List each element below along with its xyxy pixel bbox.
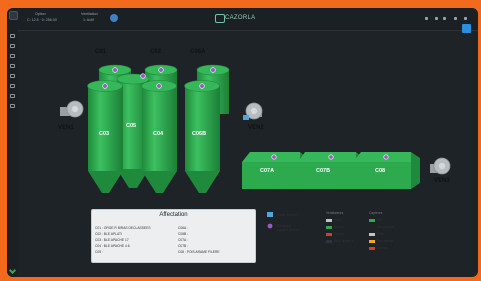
sensor-c07b[interactable] <box>328 154 334 160</box>
fan-ven3[interactable] <box>430 157 451 175</box>
label-c06a: C06A <box>190 49 206 55</box>
sensor-c01[interactable] <box>112 67 118 73</box>
legend-sensor-item: Déconnecté <box>377 225 395 229</box>
legend-fan-item: Défaut <box>334 232 344 236</box>
legend-sensor-item: Vide <box>377 232 384 236</box>
label-c06b: C06B <box>192 131 207 137</box>
legend-sensor-swatch <box>369 226 375 229</box>
label-c03: C03 <box>99 131 110 137</box>
legend-fan-item: Arrêt <box>334 218 342 222</box>
manual-mode-swatch <box>267 212 273 217</box>
affectation-row: C06B : <box>178 232 189 236</box>
sensor-c08[interactable] <box>383 154 389 160</box>
affectation-row: C01 : ORGE R BIRAS DECLASSEES <box>95 226 151 230</box>
sensor-c06b[interactable] <box>199 83 205 89</box>
affectation-row: C04 : BLE APACHE 4.6 <box>95 244 130 248</box>
legend-sensor-swatch <box>369 233 375 236</box>
legend-fan-swatch <box>326 226 332 229</box>
sensor-c07a[interactable] <box>271 154 277 160</box>
label-c02: C02 <box>150 49 162 55</box>
sensor-c02[interactable] <box>158 67 164 73</box>
legend-sensor-swatch <box>369 240 375 243</box>
label-ven3: VEN3 <box>434 178 450 184</box>
affectation-row: C06A : <box>178 226 188 230</box>
legend-sensor-item: Pré-alarme <box>377 239 394 243</box>
legend-fan-swatch <box>326 240 332 243</box>
legend-fan-item: Stop urgence <box>334 239 354 243</box>
legend-fans-title: Ventilateurs <box>326 211 344 215</box>
label-c08: C08 <box>375 168 386 174</box>
legend-sensor-swatch <box>369 247 375 250</box>
legend-sensor-default: Présence capteur défaut <box>277 224 299 232</box>
affectation-row: C08 : POIS ARAME FILERE <box>178 250 220 254</box>
manual-mode-marker <box>243 115 249 120</box>
legend-fan-item: Marche <box>334 225 345 229</box>
fan-ven2[interactable] <box>243 102 263 120</box>
legend-sensor-swatch <box>369 219 375 222</box>
legend-fan-swatch <box>326 219 332 222</box>
affectation-row: C07A : <box>178 238 188 242</box>
affectation-panel: Affectation C01 : ORGE R BIRAS DECLASSEE… <box>91 209 256 263</box>
label-c07b: C07B <box>316 168 331 174</box>
affectation-row: C02 : BLE APLATI <box>95 232 122 236</box>
sensor-c05[interactable] <box>140 73 146 79</box>
label-c05: C05 <box>126 123 137 129</box>
label-c01: C01 <box>95 49 107 55</box>
legend-sensors-title: Capteurs <box>369 211 383 215</box>
label-c04: C04 <box>153 131 164 137</box>
sensor-c06a[interactable] <box>210 67 216 73</box>
affectation-row: C03 : BLE APACHE 17 <box>95 238 129 242</box>
sensor-legend-swatch <box>267 223 273 229</box>
affectation-row: C05 : <box>95 250 103 254</box>
fan-ven1[interactable] <box>60 100 84 118</box>
legend-sensor-item: OK <box>377 218 382 222</box>
legend-fan-swatch <box>326 233 332 236</box>
sensor-c04[interactable] <box>156 83 162 89</box>
label-c07a: C07A <box>260 168 275 174</box>
label-ven1: VEN1 <box>58 125 74 131</box>
label-ven2: VEN2 <box>248 125 264 131</box>
affectation-title: Affectation <box>159 212 188 218</box>
sensor-c03[interactable] <box>102 83 108 89</box>
legend-manual-mode: Mode manuel <box>277 213 297 217</box>
affectation-row: C07B : <box>178 244 189 248</box>
legend-sensor-item: Alarme <box>377 246 388 250</box>
